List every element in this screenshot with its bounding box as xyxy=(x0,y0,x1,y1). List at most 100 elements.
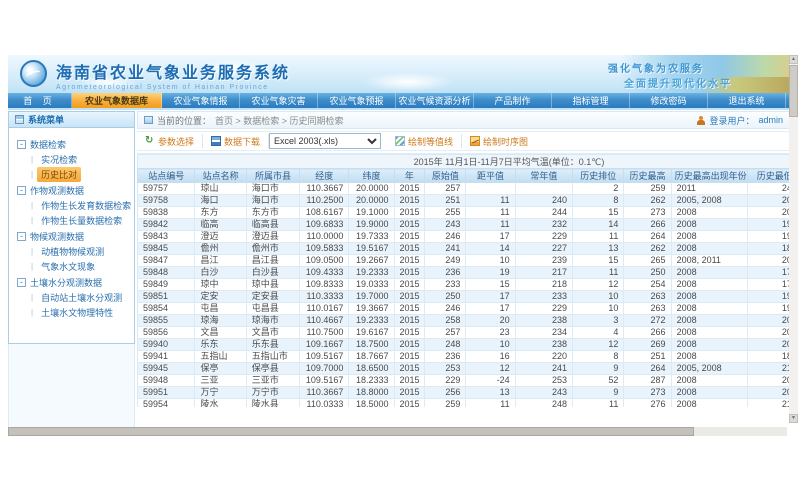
tree-node[interactable]: -物候观测数据 xyxy=(9,228,134,244)
collapse-icon[interactable]: - xyxy=(17,140,26,149)
nav-item[interactable]: 产品制作 xyxy=(474,93,552,108)
nav-item[interactable]: 退出系统 xyxy=(708,93,786,108)
table-cell: 海口市 xyxy=(246,183,299,195)
toolbar-button[interactable]: 绘制时序图 xyxy=(462,134,536,148)
table-cell: 187 xyxy=(747,243,790,255)
nav-item[interactable]: 指标管理 xyxy=(552,93,630,108)
collapse-icon[interactable]: - xyxy=(17,186,26,195)
table-cell: 59945 xyxy=(138,363,195,375)
nav-item[interactable]: 修改密码 xyxy=(630,93,708,108)
table-cell: 2015 xyxy=(394,231,425,243)
tree-child-selected[interactable]: |历史比对 xyxy=(9,167,134,182)
vertical-scroll-thumb[interactable] xyxy=(789,65,798,117)
table-cell: 2015 xyxy=(394,303,425,315)
table-cell: 白沙 xyxy=(195,267,246,279)
table-cell: 10 xyxy=(573,303,624,315)
table-cell: 253 xyxy=(515,375,572,387)
table-cell: 233 xyxy=(515,291,572,303)
toolbar-button[interactable]: ↻参数选择 xyxy=(137,134,203,148)
table-cell: 59948 xyxy=(138,375,195,387)
scroll-up-arrow[interactable]: ▲ xyxy=(789,55,798,64)
table-cell: 59848 xyxy=(138,267,195,279)
nav-item[interactable]: 首 页 xyxy=(8,93,72,108)
tree-child[interactable]: |自动站土壤水分观测 xyxy=(9,290,134,305)
table-cell: 琼中县 xyxy=(246,279,299,291)
sidebar-header: 系统菜单 xyxy=(8,111,135,128)
collapse-icon[interactable]: - xyxy=(17,278,26,287)
tree-node-label: 数据检索 xyxy=(30,138,66,151)
table-cell: 17 xyxy=(466,231,515,243)
table-cell: 2 xyxy=(573,183,624,195)
table-cell: 59856 xyxy=(138,327,195,339)
nav-item[interactable]: 农业气候资源分析 xyxy=(396,93,474,108)
table-cell: 19.5167 xyxy=(349,243,394,255)
nav-item[interactable]: 农业气象预报 xyxy=(318,93,396,108)
table-cell: 五指山 xyxy=(195,351,246,363)
tree-node-label: 作物观测数据 xyxy=(30,184,84,197)
table-cell: 109.7000 xyxy=(300,363,349,375)
save-icon xyxy=(211,136,221,146)
tree-node[interactable]: -作物观测数据 xyxy=(9,182,134,198)
table-cell: 110.7500 xyxy=(300,327,349,339)
table-cell: 250 xyxy=(425,291,466,303)
table-cell: 2015 xyxy=(394,387,425,399)
table-cell: 陵水县 xyxy=(246,399,299,408)
column-header: 历史最高出现年份 xyxy=(671,169,747,183)
table-cell: 定安 xyxy=(195,291,246,303)
toolbar-button[interactable]: 数据下载 xyxy=(203,134,269,148)
nav-item-active[interactable]: 农业气象数据库 xyxy=(72,93,162,108)
nav-item[interactable]: 农业气象灾害 xyxy=(240,93,318,108)
toolbar-button[interactable]: 绘制等值线 xyxy=(387,134,462,148)
nav-item[interactable]: 农业气象情报 xyxy=(162,93,240,108)
table-row: 59948三亚三亚市109.516718.23332015229-2425352… xyxy=(138,375,791,387)
tree-child[interactable]: |作物生长发育数据检索 xyxy=(9,198,134,213)
tree-child[interactable]: |气象水文现象 xyxy=(9,259,134,274)
table-cell: 59847 xyxy=(138,255,195,267)
table-cell: 东方 xyxy=(195,207,246,219)
table-cell: 264 xyxy=(624,363,671,375)
horizontal-scrollbar[interactable] xyxy=(8,427,787,436)
collapse-icon[interactable]: - xyxy=(17,232,26,241)
tree-child[interactable]: |动植物物候观测 xyxy=(9,244,134,259)
table-cell: 240 xyxy=(515,195,572,207)
export-format-select[interactable]: Excel 2003(.xls) xyxy=(269,133,381,149)
toolbar-button-label: 绘制时序图 xyxy=(483,135,528,148)
sidebar-empty-panel xyxy=(8,344,135,428)
table-cell: 183 xyxy=(747,351,790,363)
table-cell: 204 xyxy=(747,255,790,267)
tree-tick-icon: | xyxy=(31,308,33,317)
tree-node[interactable]: -数据检索 xyxy=(9,136,134,152)
table-cell: 2005, 2008 xyxy=(671,363,747,375)
tree-child[interactable]: |作物生长量数据检索 xyxy=(9,213,134,228)
column-header: 站点编号 xyxy=(138,169,195,183)
table-row: 59848白沙白沙县109.433319.2333201523619217112… xyxy=(138,267,791,279)
table-row: 59847昌江昌江县109.050019.2667201524910239152… xyxy=(138,255,791,267)
table-cell: 儋州 xyxy=(195,243,246,255)
table-cell: 109.5833 xyxy=(300,243,349,255)
horizontal-scroll-thumb[interactable] xyxy=(8,427,694,436)
table-cell: 218 xyxy=(515,279,572,291)
table-cell: 59838 xyxy=(138,207,195,219)
table-cell: 11 xyxy=(466,219,515,231)
vertical-scrollbar[interactable]: ▲ ▼ xyxy=(789,55,798,423)
tree-node[interactable]: -土壤水分观测数据 xyxy=(9,274,134,290)
table-cell: 193 xyxy=(747,231,790,243)
table-cell: 59951 xyxy=(138,387,195,399)
column-header: 常年值 xyxy=(515,169,572,183)
table-cell: 8 xyxy=(573,195,624,207)
table-cell: 110.4667 xyxy=(300,315,349,327)
table-cell: 2008 xyxy=(671,351,747,363)
table-cell: 14 xyxy=(573,219,624,231)
table-cell: 2015 xyxy=(394,375,425,387)
tree-child[interactable]: |土壤水文物理特性 xyxy=(9,305,134,320)
breadcrumb-path[interactable]: 首页 > 数据检索 > 历史同期检索 xyxy=(215,114,344,127)
table-cell: 海口市 xyxy=(246,195,299,207)
table-cell: 18.8000 xyxy=(349,387,394,399)
tree-child[interactable]: |实况检索 xyxy=(9,152,134,167)
table-row: 59758海口海口市110.250020.0000201525111240826… xyxy=(138,195,791,207)
table-cell: 16 xyxy=(466,351,515,363)
title-block: 海南省农业气象业务服务系统 Agrometeorological System … xyxy=(56,59,290,91)
table-cell: 59845 xyxy=(138,243,195,255)
timeline-chart-icon xyxy=(470,136,480,146)
scroll-down-arrow[interactable]: ▼ xyxy=(789,414,798,423)
